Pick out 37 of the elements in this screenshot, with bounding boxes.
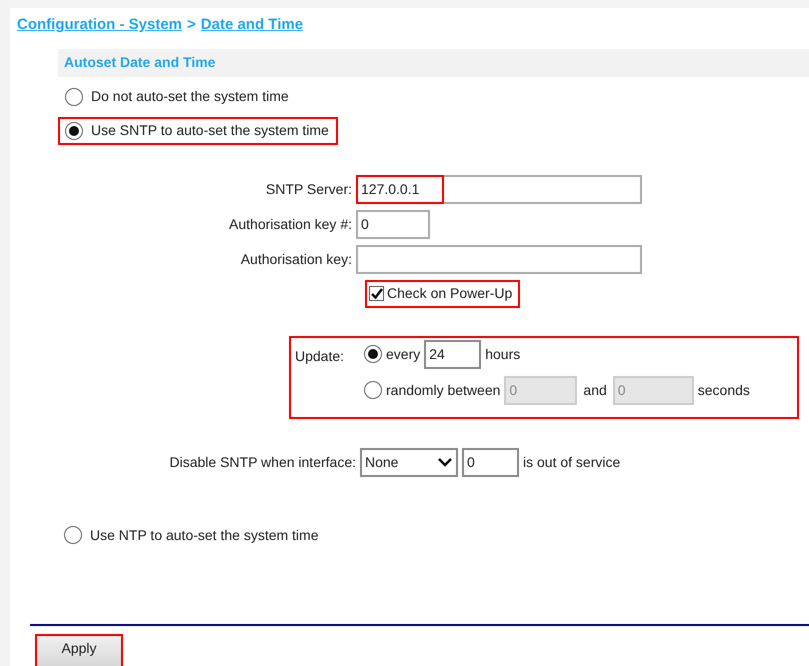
unit-label: hours bbox=[485, 344, 520, 364]
field-label: Authorisation key #: bbox=[228, 214, 353, 234]
radio-button[interactable] bbox=[65, 88, 83, 106]
field-value: 0 bbox=[361, 214, 369, 234]
field-value: 0 bbox=[509, 380, 518, 400]
apply-button[interactable]: Apply bbox=[35, 634, 123, 666]
dropdown-value: None bbox=[365, 452, 398, 472]
field-value: 0 bbox=[618, 380, 626, 400]
number-field[interactable]: 0 bbox=[462, 448, 519, 476]
hours-field[interactable]: 24 bbox=[424, 340, 482, 368]
radio-label: Use NTP to auto-set the system time bbox=[90, 526, 318, 545]
radio-label: every bbox=[386, 344, 420, 364]
radio-button[interactable] bbox=[64, 526, 82, 544]
conjunction-label: and bbox=[582, 380, 608, 400]
field-label: Authorisation key: bbox=[240, 250, 353, 269]
interface-dropdown[interactable]: None bbox=[360, 448, 458, 476]
checkmark-icon bbox=[370, 288, 382, 299]
radio-label: randomly between bbox=[386, 380, 500, 400]
checkbox[interactable] bbox=[369, 286, 384, 301]
field-value: 127.0.0.1 bbox=[361, 180, 420, 198]
radio-button[interactable] bbox=[364, 345, 382, 363]
section-title: Autoset Date and Time bbox=[64, 53, 216, 72]
chevron-icon bbox=[437, 457, 453, 467]
radio-label: Use SNTP to auto-set the system time bbox=[91, 121, 329, 140]
field-value: 24 bbox=[429, 344, 445, 364]
radio-label: Do not auto-set the system time bbox=[91, 87, 289, 106]
field-label: SNTP Server: bbox=[264, 180, 353, 198]
field-label: Update: bbox=[295, 346, 346, 366]
field-value: 0 bbox=[467, 452, 475, 472]
key-field[interactable] bbox=[356, 244, 642, 274]
key-number-field[interactable]: 0 bbox=[356, 210, 430, 238]
field-label: is out of service bbox=[523, 452, 620, 472]
checkbox-label: Check on Power-Up bbox=[387, 284, 512, 303]
radio-button[interactable] bbox=[65, 122, 83, 140]
unit-label: seconds bbox=[698, 380, 750, 400]
breadcrumb-separator: > bbox=[187, 15, 196, 35]
field-label: Disable SNTP when interface: bbox=[168, 452, 356, 472]
